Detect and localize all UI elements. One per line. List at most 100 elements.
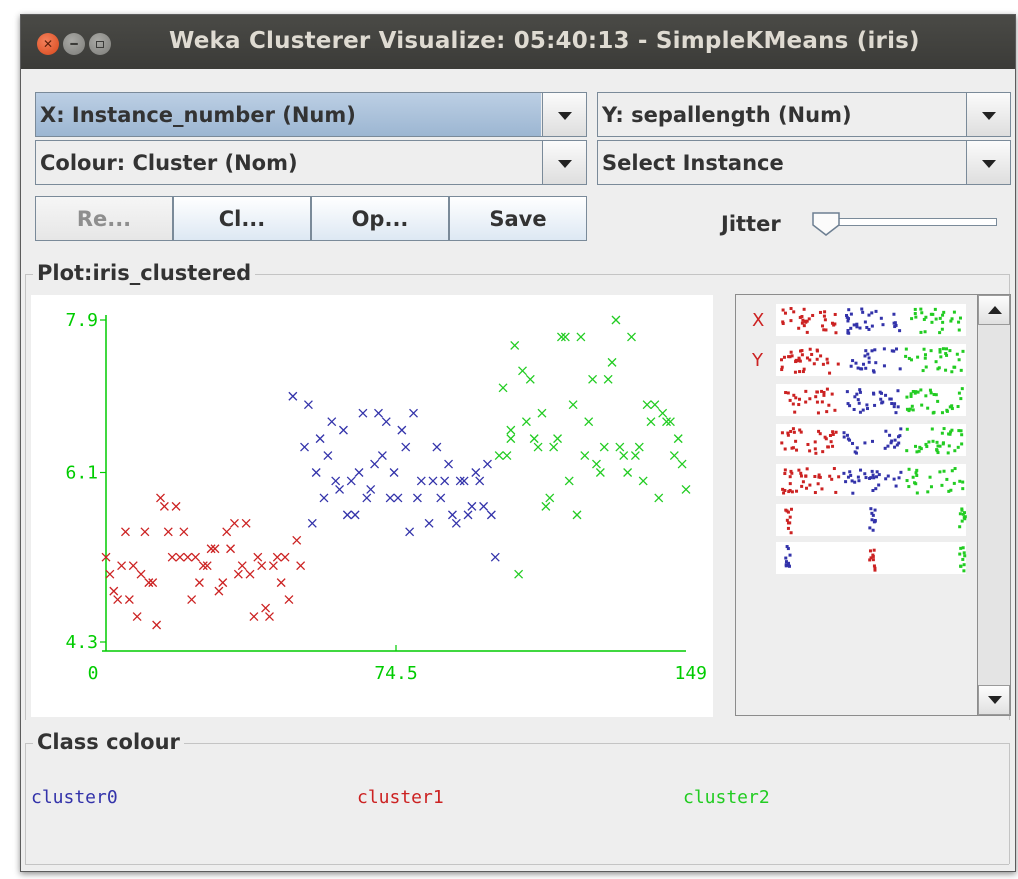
- y-axis-select[interactable]: Y: sepallength (Num): [597, 92, 1011, 137]
- maximize-window-icon[interactable]: [89, 33, 111, 55]
- colour-select[interactable]: Colour: Cluster (Nom): [35, 140, 587, 185]
- close-window-icon[interactable]: ✕: [37, 33, 59, 55]
- matrix-point: [818, 310, 822, 314]
- select-instance-select[interactable]: Select Instance: [597, 140, 1011, 185]
- matrix-point: [788, 515, 792, 519]
- data-point-cluster2: [650, 400, 660, 410]
- data-point-cluster2: [510, 340, 520, 350]
- scroll-up-icon[interactable]: [978, 295, 1010, 325]
- matrix-point: [834, 331, 838, 335]
- matrix-point: [894, 411, 898, 415]
- matrix-point: [831, 432, 835, 436]
- x-axis-select[interactable]: X: Instance_number (Num): [35, 92, 587, 137]
- data-point-cluster2: [514, 569, 524, 579]
- data-point-cluster1: [292, 535, 302, 545]
- data-point-cluster0: [338, 425, 348, 435]
- jitter-slider-thumb[interactable]: [811, 211, 841, 237]
- data-point-cluster1: [214, 586, 224, 596]
- matrix-point: [858, 326, 862, 330]
- matrix-point: [871, 553, 875, 557]
- matrix-point: [828, 474, 832, 478]
- matrix-point: [926, 490, 930, 494]
- plot-group-title: Plot:iris_clustered: [33, 261, 256, 285]
- matrix-point: [845, 390, 849, 394]
- matrix-scrollbar[interactable]: [977, 294, 1011, 716]
- jitter-slider[interactable]: [819, 218, 997, 226]
- matrix-point: [952, 310, 956, 314]
- matrix-point: [791, 427, 795, 431]
- matrix-point: [897, 441, 901, 445]
- open-button[interactable]: Op...: [311, 196, 449, 241]
- matrix-point: [856, 475, 860, 479]
- matrix-point: [789, 319, 793, 323]
- matrix-point: [815, 390, 819, 394]
- matrix-point: [813, 447, 817, 451]
- matrix-point: [957, 328, 961, 332]
- scroll-down-icon[interactable]: [978, 685, 1010, 715]
- matrix-point: [865, 407, 869, 411]
- matrix-point: [882, 364, 886, 368]
- matrix-point: [936, 367, 940, 371]
- matrix-point: [814, 451, 818, 455]
- matrix-point: [873, 403, 877, 407]
- chevron-down-icon[interactable]: [966, 141, 1010, 184]
- data-point-cluster1: [121, 527, 130, 537]
- matrix-point: [784, 508, 788, 512]
- clear-button[interactable]: Cl...: [173, 196, 311, 241]
- matrix-point: [797, 468, 801, 472]
- data-point-cluster0: [471, 468, 481, 477]
- data-point-cluster0: [455, 476, 465, 486]
- legend-group-title: Class colour: [33, 730, 184, 754]
- matrix-point: [799, 474, 803, 478]
- matrix-point: [914, 471, 918, 475]
- reset-button[interactable]: Re...: [35, 196, 173, 241]
- data-point-cluster0: [303, 400, 313, 410]
- y-tick-label: 6.1: [65, 463, 98, 484]
- matrix-point: [942, 469, 946, 473]
- matrix-point: [938, 348, 942, 352]
- matrix-point: [897, 476, 901, 480]
- data-point-cluster0: [416, 476, 426, 486]
- matrix-point: [896, 389, 900, 393]
- data-point-cluster2: [642, 400, 652, 410]
- data-point-cluster1: [175, 552, 185, 562]
- matrix-point: [861, 310, 865, 314]
- matrix-point: [952, 481, 956, 485]
- matrix-point: [849, 364, 853, 368]
- scatter-plot[interactable]: 4.3 6.1 7.9 0 74.5 149: [31, 295, 713, 717]
- scatter-matrix[interactable]: X Y: [736, 295, 978, 715]
- matrix-point: [935, 449, 939, 453]
- matrix-point: [800, 353, 804, 357]
- matrix-point: [855, 446, 859, 450]
- data-point-cluster2: [518, 366, 527, 376]
- legend-item-cluster2[interactable]: cluster2: [683, 787, 770, 808]
- data-point-cluster2: [506, 434, 516, 444]
- matrix-point: [857, 401, 861, 405]
- matrix-point: [935, 440, 939, 444]
- matrix-point: [946, 451, 950, 455]
- chevron-down-icon[interactable]: [542, 93, 586, 136]
- data-point-cluster1: [144, 578, 154, 588]
- matrix-point: [886, 474, 890, 478]
- matrix-point: [934, 360, 938, 364]
- matrix-point: [854, 451, 858, 455]
- matrix-point: [783, 311, 787, 315]
- matrix-point: [923, 330, 927, 334]
- title-bar[interactable]: ✕ ━ Weka Clusterer Visualize: 05:40:13 -…: [21, 15, 1015, 69]
- matrix-point: [959, 546, 963, 550]
- matrix-point: [789, 350, 793, 354]
- matrix-point: [864, 366, 868, 370]
- chevron-down-icon[interactable]: [542, 141, 586, 184]
- matrix-point: [781, 308, 785, 312]
- legend-item-cluster0[interactable]: cluster0: [31, 787, 118, 808]
- chevron-down-icon[interactable]: [966, 93, 1010, 136]
- matrix-point: [869, 556, 873, 560]
- matrix-point: [846, 331, 850, 335]
- scatter-matrix-panel[interactable]: X Y: [735, 294, 979, 716]
- data-point-cluster1: [105, 569, 115, 579]
- legend-item-cluster1[interactable]: cluster1: [357, 787, 444, 808]
- matrix-point: [931, 312, 935, 316]
- data-point-cluster1: [167, 552, 177, 562]
- minimize-window-icon[interactable]: ━: [63, 33, 85, 55]
- save-button[interactable]: Save: [449, 196, 587, 241]
